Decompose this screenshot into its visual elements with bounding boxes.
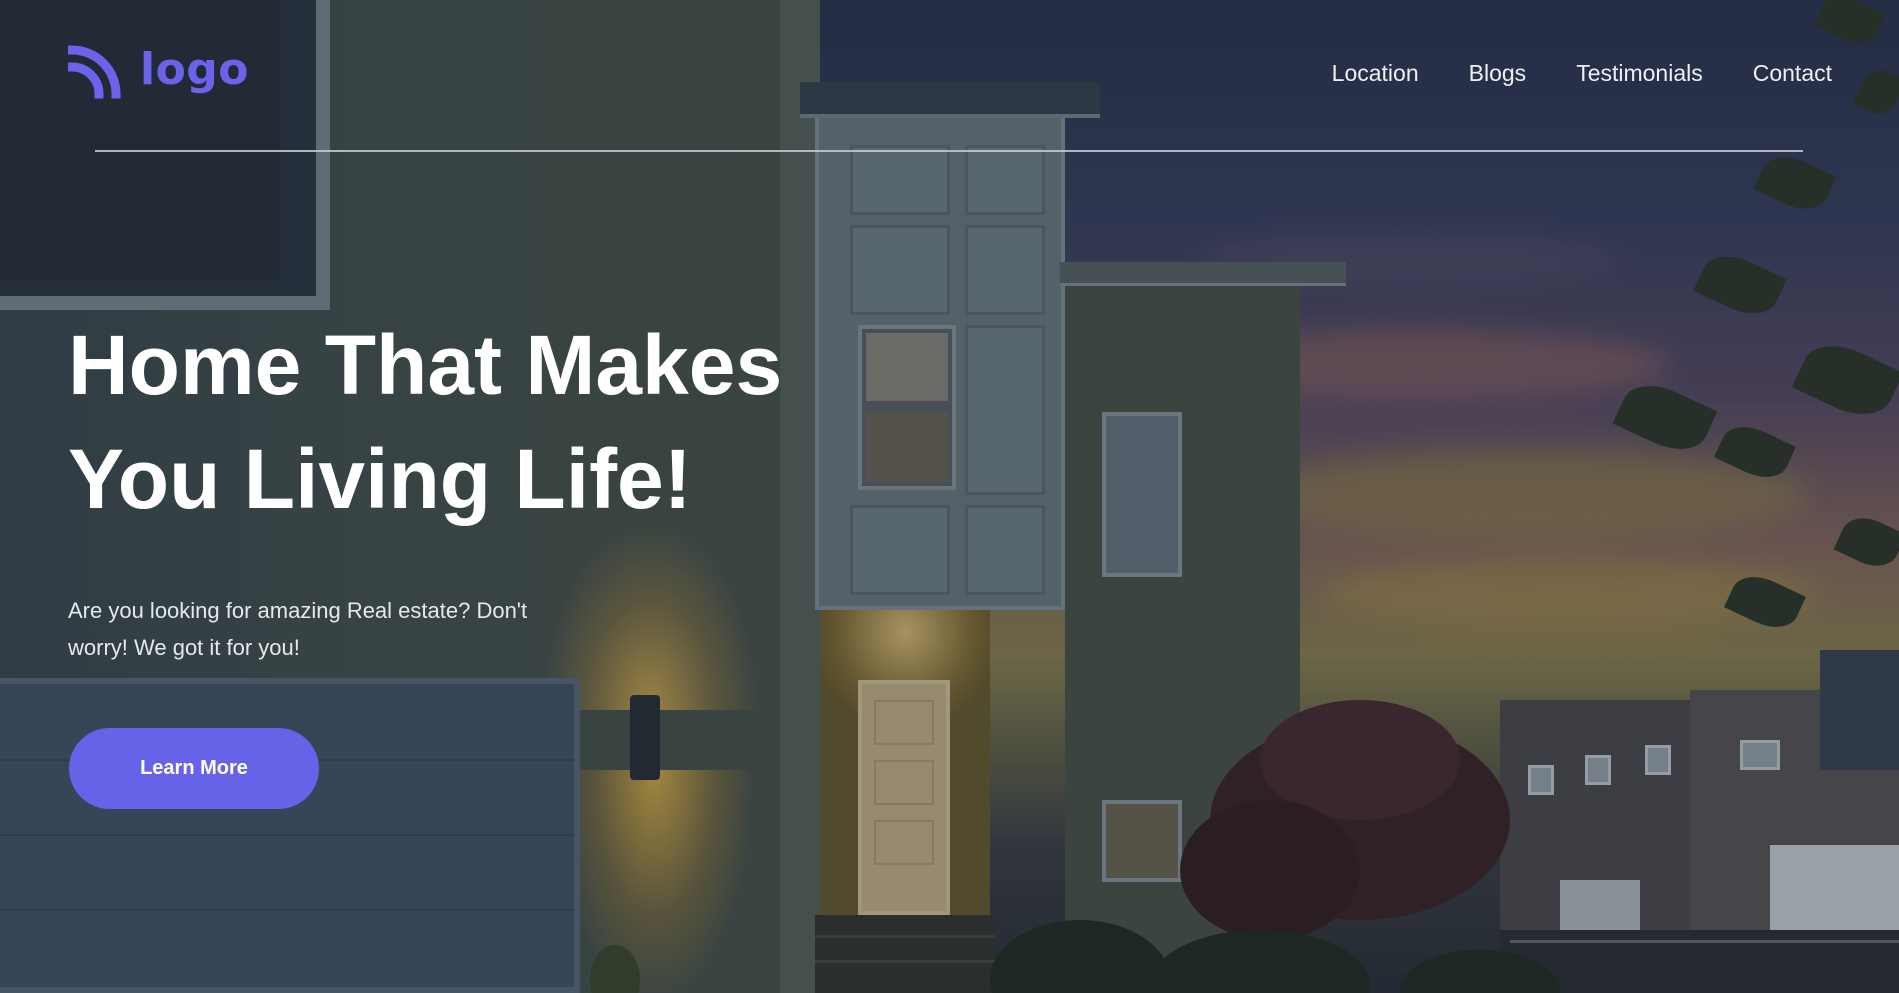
logo-icon bbox=[68, 45, 121, 99]
hero-headline-line-1: Home That Makes bbox=[68, 318, 783, 412]
nav-link-testimonials[interactable]: Testimonials bbox=[1576, 60, 1703, 87]
nav-link-location[interactable]: Location bbox=[1332, 60, 1419, 87]
header-divider bbox=[95, 150, 1803, 152]
logo[interactable]: logo bbox=[68, 40, 249, 100]
nav-link-blogs[interactable]: Blogs bbox=[1469, 60, 1527, 87]
learn-more-button[interactable]: Learn More bbox=[69, 728, 319, 809]
hero-subtext: Are you looking for amazing Real estate?… bbox=[68, 598, 528, 660]
hero-headline: Home That Makes You Living Life! bbox=[68, 308, 828, 536]
site-header: logo Location Blogs Testimonials Contact bbox=[0, 0, 1899, 152]
nav-link-contact[interactable]: Contact bbox=[1753, 60, 1832, 87]
main-nav: Location Blogs Testimonials Contact bbox=[1332, 60, 1832, 87]
hero-section: logo Location Blogs Testimonials Contact… bbox=[0, 0, 1899, 993]
hero-headline-line-2: You Living Life! bbox=[68, 432, 692, 526]
logo-text: logo bbox=[140, 44, 250, 95]
